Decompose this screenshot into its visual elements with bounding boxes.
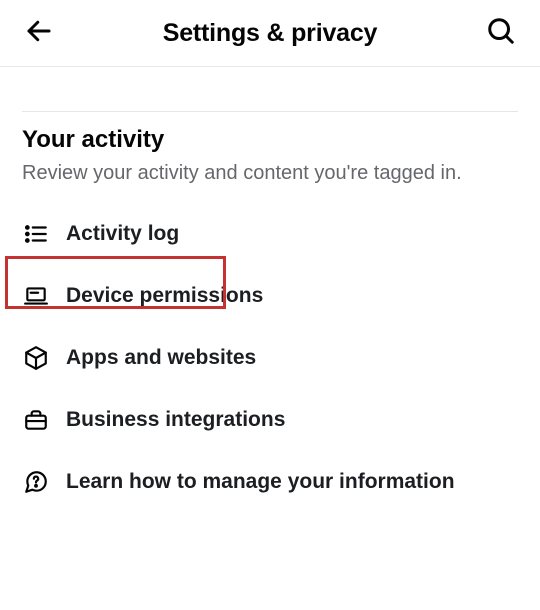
your-activity-section: Your activity Review your activity and c…: [0, 112, 540, 513]
row-device-permissions[interactable]: Device permissions: [22, 265, 518, 327]
cube-icon: [22, 345, 50, 371]
help-chat-icon: [22, 469, 50, 495]
briefcase-icon: [22, 407, 50, 433]
section-title: Your activity: [22, 126, 518, 154]
activity-list: Activity log Device permissions Apps: [22, 203, 518, 513]
row-business-integrations[interactable]: Business integrations: [22, 389, 518, 451]
header: Settings & privacy: [0, 0, 540, 67]
list-icon: [22, 221, 50, 247]
row-label: Activity log: [66, 222, 179, 246]
laptop-icon: [22, 283, 50, 309]
row-label: Learn how to manage your information: [66, 470, 455, 494]
page-title: Settings & privacy: [163, 19, 378, 48]
search-icon: [486, 16, 516, 51]
row-label: Device permissions: [66, 284, 263, 308]
row-activity-log[interactable]: Activity log: [22, 203, 518, 265]
row-learn-manage-info[interactable]: Learn how to manage your information: [22, 451, 518, 513]
row-label: Business integrations: [66, 408, 285, 432]
search-button[interactable]: [484, 16, 518, 50]
arrow-left-icon: [24, 16, 54, 51]
row-label: Apps and websites: [66, 346, 256, 370]
back-button[interactable]: [22, 16, 56, 50]
section-description: Review your activity and content you're …: [22, 160, 518, 187]
row-apps-websites[interactable]: Apps and websites: [22, 327, 518, 389]
